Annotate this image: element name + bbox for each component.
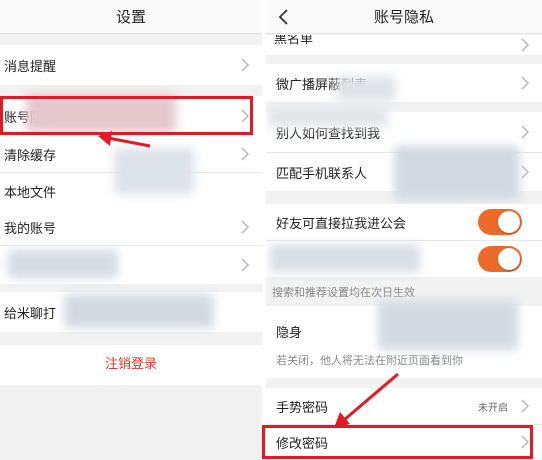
arrow-to-account-privacy: [98, 131, 151, 148]
arrow-to-change-password: [334, 372, 399, 428]
annotation-arrows: [98, 131, 399, 428]
